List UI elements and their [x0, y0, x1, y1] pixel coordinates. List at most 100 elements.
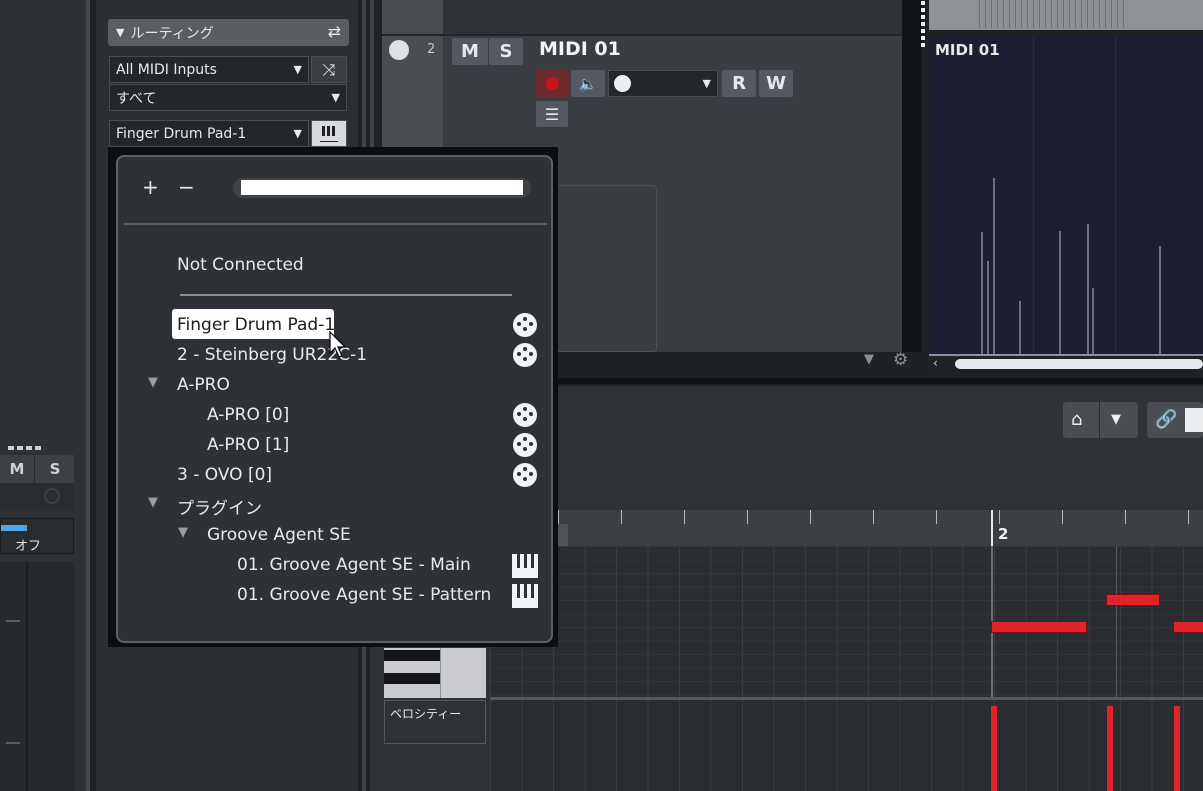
divider — [1099, 402, 1100, 438]
editor-target-dropdown[interactable]: ⌂ ▼ — [1063, 402, 1138, 438]
popup-separator — [124, 223, 547, 225]
midi-output-value: Finger Drum Pad-1 — [116, 125, 247, 142]
velocity-bar[interactable] — [991, 706, 997, 791]
track-mute-button[interactable]: M — [452, 38, 488, 65]
previous-event-lines — [979, 0, 1129, 28]
midi-channel-dropdown[interactable]: すべて ▼ — [109, 84, 347, 111]
ruler-ticks — [558, 510, 1203, 524]
track-splitter-handle[interactable] — [921, 0, 925, 47]
menu-group-a-pro[interactable]: A-PRO — [177, 375, 230, 395]
monitor-speaker-icon[interactable]: 🔈 — [571, 70, 605, 97]
velocity-bar[interactable] — [1107, 706, 1113, 791]
track-divider — [382, 34, 902, 36]
velocity-bar[interactable] — [1174, 706, 1180, 791]
write-automation-button[interactable]: W — [759, 70, 793, 97]
gear-icon[interactable]: ⚙ — [893, 350, 908, 370]
expand-triangle-icon[interactable]: ▼ — [148, 375, 158, 390]
editor-ruler[interactable]: 2 — [558, 510, 1203, 546]
midi-port-icon — [513, 403, 537, 427]
piano-keyboard[interactable] — [384, 648, 486, 698]
link-icon: 🔗 — [1155, 409, 1178, 430]
midi-input-dropdown[interactable]: All MIDI Inputs ▼ — [109, 56, 309, 83]
velocity-lane-header[interactable]: ベロシティー — [384, 700, 486, 744]
black-key[interactable] — [384, 650, 440, 661]
midi-note[interactable] — [1106, 594, 1160, 606]
midi-output-popup: + − Not Connected Finger Drum Pad-1 2 - … — [116, 155, 553, 643]
menu-item-a-pro-1[interactable]: A-PRO [1] — [207, 435, 289, 455]
track-placeholder — [550, 185, 657, 352]
event-grid-line — [1033, 36, 1034, 356]
track-list-menu-arrow-icon[interactable]: ▼ — [864, 352, 874, 367]
menu-item-not-connected[interactable]: Not Connected — [177, 255, 304, 275]
shuffle-icon[interactable]: ⤨ — [311, 56, 347, 83]
collapse-triangle-icon: ▼ — [116, 26, 125, 39]
level-bar — [1, 525, 27, 531]
event-note-line — [1059, 231, 1061, 356]
dropdown-arrow-icon: ▼ — [331, 91, 340, 104]
monitor-row — [0, 483, 74, 511]
midi-port-icon — [513, 433, 537, 457]
key-divider — [440, 648, 441, 698]
search-field-frame — [233, 178, 531, 198]
midi-event-part[interactable] — [929, 36, 1203, 356]
record-enable-button[interactable] — [536, 70, 569, 97]
event-grid-line — [1115, 36, 1116, 356]
previous-track — [443, 0, 902, 34]
event-note-line — [987, 261, 989, 356]
scroll-left-icon[interactable]: ‹ — [933, 356, 938, 370]
track-solo-button[interactable]: S — [489, 38, 523, 65]
velocity-lane[interactable] — [490, 700, 1203, 791]
keyboard-icon — [512, 584, 538, 608]
velocity-grid — [490, 700, 1203, 791]
routing-swap-icon[interactable]: ⇄ — [328, 22, 341, 41]
event-part-title: MIDI 01 — [935, 41, 1000, 59]
midi-output-dropdown[interactable]: Finger Drum Pad-1 ▼ — [109, 120, 309, 147]
menu-item-a-pro-0[interactable]: A-PRO [0] — [207, 405, 289, 425]
black-key[interactable] — [384, 673, 440, 684]
add-icon[interactable]: + — [142, 175, 159, 199]
track-edit-list-icon[interactable]: ☰ — [536, 101, 568, 127]
horizontal-scrollbar[interactable]: ‹ — [929, 356, 1203, 372]
routing-section-header[interactable]: ▼ ルーティング ⇄ — [108, 19, 349, 46]
midi-note[interactable] — [991, 621, 1087, 633]
mute-button[interactable]: M — [0, 455, 35, 483]
midi-port-icon — [614, 75, 631, 92]
dropdown-arrow-icon: ▼ — [1111, 412, 1121, 427]
dropdown-arrow-icon: ▼ — [702, 77, 711, 90]
event-note-line — [1087, 224, 1089, 356]
scrollbar-thumb[interactable] — [955, 359, 1203, 369]
note-grid[interactable] — [490, 546, 1203, 698]
search-input[interactable] — [241, 180, 523, 195]
midi-port-icon — [513, 343, 537, 367]
track-number: 2 — [427, 42, 436, 57]
menu-item-finger-drum-pad[interactable]: Finger Drum Pad-1 — [177, 315, 335, 335]
menu-item-groove-agent-main[interactable]: 01. Groove Agent SE - Main — [237, 555, 471, 575]
midi-input-value: All MIDI Inputs — [116, 61, 217, 78]
automation-mode[interactable]: オフ — [0, 518, 74, 554]
midi-channel-value: すべて — [116, 90, 157, 107]
expand-triangle-icon[interactable]: ▼ — [148, 495, 158, 510]
expand-triangle-icon[interactable]: ▼ — [178, 525, 188, 540]
read-automation-button[interactable]: R — [722, 70, 756, 97]
menu-group-plugins[interactable]: プラグイン — [177, 494, 262, 519]
instrument-keyboard-icon[interactable] — [311, 120, 347, 147]
solo-button[interactable]: S — [36, 455, 74, 483]
keyboard-icon — [320, 125, 338, 142]
cubase-window: M S オフ ▼ ルーティング ⇄ All MIDI Inputs ▼ ⤨ すべ… — [0, 0, 1203, 791]
event-note-line — [1019, 301, 1021, 356]
fader-area[interactable] — [0, 562, 74, 791]
event-note-line — [1092, 288, 1094, 356]
edit-icon[interactable] — [44, 488, 60, 504]
link-button[interactable]: 🔗 — [1147, 402, 1203, 438]
menu-group-groove-agent[interactable]: Groove Agent SE — [207, 525, 351, 545]
midi-note[interactable] — [1173, 621, 1203, 633]
midi-port-icon — [513, 313, 537, 337]
menu-item-groove-agent-pattern[interactable]: 01. Groove Agent SE - Pattern — [237, 585, 491, 605]
remove-icon[interactable]: − — [178, 175, 195, 199]
track-output-dropdown[interactable]: ▼ — [608, 70, 718, 97]
fader-track — [26, 562, 28, 791]
ruler-bar-line — [991, 510, 993, 546]
menu-item-ovo-0[interactable]: 3 - OVO [0] — [177, 465, 272, 485]
dropdown-arrow-icon: ▼ — [293, 127, 302, 140]
left-mixer-strip: M S オフ — [0, 0, 86, 791]
